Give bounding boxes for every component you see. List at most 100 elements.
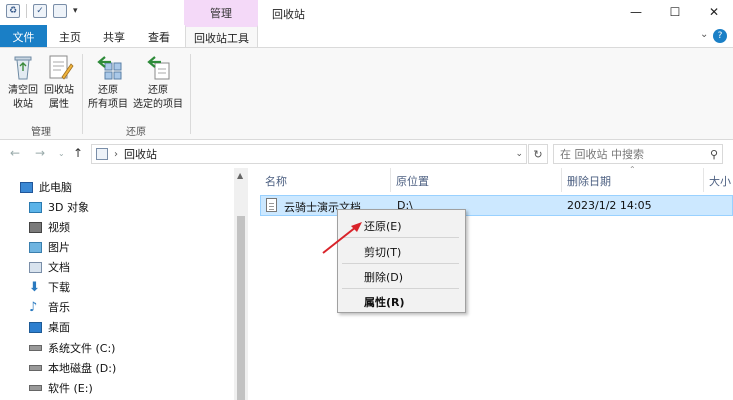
- minimize-button[interactable]: —: [619, 2, 653, 22]
- documents-icon: [29, 261, 42, 273]
- nav-label: 图片: [48, 241, 70, 254]
- breadcrumb-chevron-icon[interactable]: ›: [114, 149, 118, 160]
- customize-qat-dropdown-icon[interactable]: ▾: [73, 6, 78, 16]
- nav-item-drive-e[interactable]: 软件 (E:): [29, 378, 93, 398]
- group-divider: [190, 54, 191, 134]
- nav-label: 本地磁盘 (D:): [48, 362, 117, 375]
- column-header-original-location[interactable]: 原位置: [396, 173, 429, 189]
- column-divider[interactable]: [390, 168, 391, 192]
- restore-all-icon: [97, 56, 122, 80]
- empty-recycle-bin-icon: [14, 56, 32, 80]
- ribbon-panel: 清空回 收站 回收站 属性 管理 还原 所有项目 还原 选定的项目 还原: [0, 47, 733, 140]
- column-header-date-deleted[interactable]: 删除日期: [567, 173, 611, 189]
- context-menu: 还原(E) 剪切(T) 删除(D) 属性(R): [337, 209, 466, 313]
- nav-item-documents[interactable]: 文档: [29, 257, 70, 277]
- column-header-size[interactable]: 大小: [709, 173, 731, 189]
- help-icon[interactable]: ?: [713, 29, 727, 43]
- scroll-up-icon[interactable]: ▲: [237, 171, 243, 180]
- tab-recycle-bin-tools[interactable]: 回收站工具: [185, 25, 258, 48]
- nav-item-this-pc[interactable]: 此电脑: [20, 177, 72, 197]
- recent-locations-chevron-icon[interactable]: ⌄: [58, 149, 65, 158]
- search-icon[interactable]: ⚲: [710, 148, 718, 161]
- recycle-bin-location-icon: [96, 148, 108, 160]
- back-arrow-icon[interactable]: ←: [10, 146, 20, 160]
- empty-recycle-bin-button[interactable]: 清空回 收站: [6, 52, 40, 112]
- tab-view[interactable]: 查看: [141, 25, 177, 48]
- 3d-objects-icon: [29, 201, 42, 213]
- nav-item-downloads[interactable]: ⬇ 下载: [29, 277, 70, 297]
- address-dropdown-icon[interactable]: ⌄: [515, 149, 523, 159]
- nav-item-music[interactable]: ♪ 音乐: [29, 297, 70, 317]
- column-divider[interactable]: [561, 168, 562, 192]
- nav-label: 文档: [48, 261, 70, 274]
- nav-label: 下载: [48, 281, 70, 294]
- properties-check-icon[interactable]: ✓: [33, 4, 47, 18]
- new-folder-icon[interactable]: [53, 4, 67, 18]
- drive-icon: [29, 345, 42, 351]
- nav-label: 此电脑: [39, 181, 72, 194]
- sort-indicator-icon: ⌃: [629, 165, 636, 174]
- properties-label-2: 属性: [49, 99, 69, 110]
- column-header-name[interactable]: 名称: [265, 173, 287, 189]
- nav-label: 3D 对象: [48, 201, 89, 214]
- breadcrumb-recycle-bin[interactable]: 回收站: [124, 146, 157, 162]
- close-button[interactable]: ✕: [697, 2, 731, 22]
- file-date-deleted: 2023/1/2 14:05: [567, 199, 652, 212]
- document-file-icon: [266, 198, 277, 212]
- menu-item-properties[interactable]: 属性(R): [364, 294, 405, 310]
- nav-item-videos[interactable]: 视频: [29, 217, 70, 237]
- nav-item-drive-c[interactable]: 系统文件 (C:): [29, 338, 115, 358]
- recycle-bin-properties-button[interactable]: 回收站 属性: [42, 52, 76, 112]
- search-input[interactable]: 在 回收站 中搜索 ⚲: [553, 144, 723, 164]
- desktop-icon: [29, 321, 42, 333]
- nav-item-drive-d[interactable]: 本地磁盘 (D:): [29, 358, 116, 378]
- drive-icon: [29, 365, 42, 371]
- up-arrow-icon[interactable]: ↑: [73, 146, 83, 160]
- table-row[interactable]: 云骑士演示文档 D:\ 2023/1/2 14:05: [260, 195, 733, 216]
- contextual-manage-tab: 管理: [184, 0, 258, 25]
- empty-recycle-bin-label-1: 清空回: [8, 85, 38, 96]
- group-divider: [82, 54, 83, 134]
- forward-arrow-icon[interactable]: →: [35, 146, 45, 160]
- nav-item-desktop[interactable]: 桌面: [29, 317, 70, 337]
- group-label-manage: 管理: [31, 127, 51, 138]
- maximize-button[interactable]: ☐: [658, 2, 692, 22]
- music-icon: ♪: [29, 299, 38, 315]
- restore-selected-items-button[interactable]: 还原 选定的项目: [131, 52, 185, 112]
- menu-separator: [342, 263, 459, 264]
- nav-item-3d-objects[interactable]: 3D 对象: [29, 197, 89, 217]
- recycle-bin-small-icon: ♻: [6, 4, 20, 18]
- nav-item-pictures[interactable]: 图片: [29, 237, 70, 257]
- menu-item-cut[interactable]: 剪切(T): [364, 244, 401, 260]
- scrollbar-thumb[interactable]: [237, 216, 245, 400]
- refresh-button[interactable]: ↻: [528, 144, 548, 164]
- properties-label-1: 回收站: [44, 85, 74, 96]
- restore-selected-icon: [147, 56, 170, 80]
- pc-icon: [20, 181, 33, 193]
- nav-label: 音乐: [48, 301, 70, 314]
- pictures-icon: [29, 241, 42, 253]
- menu-separator: [342, 288, 459, 289]
- divider: [26, 4, 27, 18]
- nav-label: 系统文件 (C:): [48, 342, 116, 355]
- tab-file[interactable]: 文件: [0, 25, 47, 48]
- menu-item-restore[interactable]: 还原(E): [364, 218, 402, 234]
- restore-all-items-button[interactable]: 还原 所有项目: [86, 52, 130, 112]
- restore-all-label-1: 还原: [98, 85, 118, 96]
- nav-label: 软件 (E:): [48, 382, 93, 395]
- drive-icon: [29, 385, 42, 391]
- column-divider[interactable]: [703, 168, 704, 192]
- tab-home[interactable]: 主页: [52, 25, 88, 48]
- address-bar[interactable]: › 回收站 ⌄: [91, 144, 527, 164]
- nav-pane-scrollbar[interactable]: ▲: [234, 168, 248, 400]
- nav-label: 桌面: [48, 321, 70, 334]
- tab-share[interactable]: 共享: [96, 25, 132, 48]
- search-placeholder: 在 回收站 中搜索: [560, 148, 644, 161]
- navigation-bar: ← → ⌄ ↑ › 回收站 ⌄ ↻ 在 回收站 中搜索 ⚲: [0, 141, 733, 167]
- menu-item-delete[interactable]: 删除(D): [364, 269, 403, 285]
- video-icon: [29, 221, 42, 233]
- ribbon-collapse-chevron-icon[interactable]: ⌄: [700, 29, 708, 40]
- empty-recycle-bin-label-2: 收站: [13, 99, 33, 110]
- nav-label: 视频: [48, 221, 70, 234]
- download-icon: ⬇: [29, 279, 40, 295]
